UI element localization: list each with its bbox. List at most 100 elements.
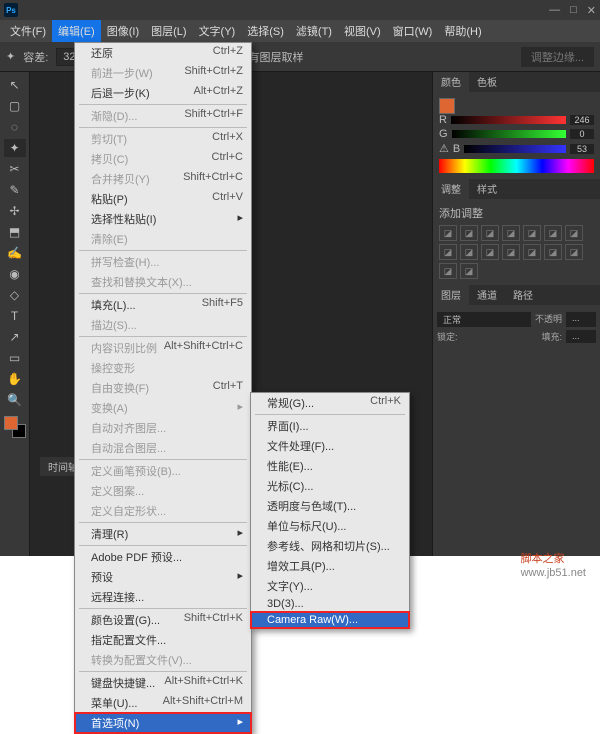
menu-选择[interactable]: 选择(S) xyxy=(241,20,290,42)
opacity-value[interactable]: ... xyxy=(566,312,596,327)
adj-icon-13[interactable]: ◪ xyxy=(565,244,583,260)
r-slider[interactable] xyxy=(451,116,566,124)
menuitem-Camera RawW[interactable]: Camera Raw(W)... xyxy=(251,612,409,628)
tool-12[interactable]: ↗ xyxy=(4,328,26,346)
menuitem-粘贴P[interactable]: 粘贴(P)Ctrl+V xyxy=(75,189,251,209)
adj-icon-0[interactable]: ◪ xyxy=(439,225,457,241)
menu-视图[interactable]: 视图(V) xyxy=(338,20,387,42)
tool-5[interactable]: ✎ xyxy=(4,181,26,199)
tab-layers[interactable]: 图层 xyxy=(433,285,469,305)
adj-icon-3[interactable]: ◪ xyxy=(502,225,520,241)
menuitem-预设[interactable]: 预设▸ xyxy=(75,567,251,587)
tool-3[interactable]: ✦ xyxy=(4,139,26,157)
menuitem-自动对齐图层: 自动对齐图层... xyxy=(75,418,251,438)
menu-编辑[interactable]: 编辑(E) xyxy=(52,20,101,42)
tool-15[interactable]: 🔍 xyxy=(4,391,26,409)
tool-7[interactable]: ⬒ xyxy=(4,223,26,241)
b-value[interactable]: 53 xyxy=(570,144,594,154)
tool-4[interactable]: ✂ xyxy=(4,160,26,178)
tool-0[interactable]: ↖ xyxy=(4,76,26,94)
menuitem-选择性粘贴I[interactable]: 选择性粘贴(I)▸ xyxy=(75,209,251,229)
tool-9[interactable]: ◉ xyxy=(4,265,26,283)
menuitem-颜色设置G[interactable]: 颜色设置(G)...Shift+Ctrl+K xyxy=(75,610,251,630)
tool-2[interactable]: ◌ xyxy=(4,118,26,136)
menuitem-填充L[interactable]: 填充(L)...Shift+F5 xyxy=(75,295,251,315)
close-icon[interactable]: ✕ xyxy=(587,4,596,17)
menuitem-文件处理F[interactable]: 文件处理(F)... xyxy=(251,436,409,456)
adj-icon-5[interactable]: ◪ xyxy=(544,225,562,241)
adj-icon-4[interactable]: ◪ xyxy=(523,225,541,241)
tool-6[interactable]: ✢ xyxy=(4,202,26,220)
menuitem-单位与标尺U[interactable]: 单位与标尺(U)... xyxy=(251,516,409,536)
adj-icon-12[interactable]: ◪ xyxy=(544,244,562,260)
menuitem-拷贝C: 拷贝(C)Ctrl+C xyxy=(75,149,251,169)
spectrum-bar[interactable] xyxy=(439,159,594,173)
menuitem-清理R[interactable]: 清理(R)▸ xyxy=(75,524,251,544)
tolerance-label: 容差: xyxy=(23,49,48,65)
menuitem-首选项N[interactable]: 首选项(N)▸ xyxy=(75,713,251,733)
menuitem-界面I[interactable]: 界面(I)... xyxy=(251,416,409,436)
menuitem-远程连接[interactable]: 远程连接... xyxy=(75,587,251,607)
panels-column: 颜色 色板 R246 G0 ⚠B53 调整 样式 添加调整 ◪◪◪◪◪◪◪◪◪◪… xyxy=(432,72,600,556)
b-slider[interactable] xyxy=(464,145,566,153)
menu-窗口[interactable]: 窗口(W) xyxy=(387,20,439,42)
menuitem-键盘快捷键[interactable]: 键盘快捷键...Alt+Shift+Ctrl+K xyxy=(75,673,251,693)
menuitem-合并拷贝Y: 合并拷贝(Y)Shift+Ctrl+C xyxy=(75,169,251,189)
warn-icon: ⚠ xyxy=(439,142,449,155)
menu-文件[interactable]: 文件(F) xyxy=(4,20,52,42)
fill-value[interactable]: ... xyxy=(566,330,596,343)
tab-swatches[interactable]: 色板 xyxy=(469,72,505,92)
tool-13[interactable]: ▭ xyxy=(4,349,26,367)
menuitem-文字Y[interactable]: 文字(Y)... xyxy=(251,576,409,596)
menuitem-菜单U[interactable]: 菜单(U)...Alt+Shift+Ctrl+M xyxy=(75,693,251,713)
adj-icon-14[interactable]: ◪ xyxy=(439,263,457,279)
add-adjustment-label: 添加调整 xyxy=(439,205,594,221)
tab-paths[interactable]: 路径 xyxy=(505,285,541,305)
tool-10[interactable]: ◇ xyxy=(4,286,26,304)
tab-color[interactable]: 颜色 xyxy=(433,72,469,92)
menuitem-Adobe PDF 预设[interactable]: Adobe PDF 预设... xyxy=(75,547,251,567)
adj-icon-7[interactable]: ◪ xyxy=(439,244,457,260)
g-value[interactable]: 0 xyxy=(570,129,594,139)
menuitem-3D3[interactable]: 3D(3)... xyxy=(251,596,409,612)
tab-channels[interactable]: 通道 xyxy=(469,285,505,305)
tool-8[interactable]: ✍ xyxy=(4,244,26,262)
fg-bg-swatch[interactable] xyxy=(4,416,26,438)
menu-帮助[interactable]: 帮助(H) xyxy=(438,20,487,42)
tool-11[interactable]: T xyxy=(4,307,26,325)
adj-icon-15[interactable]: ◪ xyxy=(460,263,478,279)
menu-图像[interactable]: 图像(I) xyxy=(101,20,145,42)
tool-14[interactable]: ✋ xyxy=(4,370,26,388)
tool-1[interactable]: ▢ xyxy=(4,97,26,115)
menu-图层[interactable]: 图层(L) xyxy=(145,20,192,42)
menu-滤镜[interactable]: 滤镜(T) xyxy=(290,20,338,42)
minimize-icon[interactable]: — xyxy=(549,4,560,17)
blend-mode-select[interactable]: 正常 xyxy=(437,312,531,327)
adj-icon-2[interactable]: ◪ xyxy=(481,225,499,241)
menuitem-还原[interactable]: 还原Ctrl+Z xyxy=(75,43,251,63)
refine-edge-button[interactable]: 调整边缘... xyxy=(521,47,594,67)
tab-adjustments[interactable]: 调整 xyxy=(433,179,469,199)
menuitem-增效工具P[interactable]: 增效工具(P)... xyxy=(251,556,409,576)
menuitem-指定配置文件[interactable]: 指定配置文件... xyxy=(75,630,251,650)
maximize-icon[interactable]: □ xyxy=(570,4,577,17)
adj-icon-1[interactable]: ◪ xyxy=(460,225,478,241)
adj-icon-9[interactable]: ◪ xyxy=(481,244,499,260)
menuitem-自由变换F: 自由变换(F)Ctrl+T xyxy=(75,378,251,398)
menuitem-光标C[interactable]: 光标(C)... xyxy=(251,476,409,496)
fg-swatch[interactable] xyxy=(439,98,455,114)
menuitem-后退一步K[interactable]: 后退一步(K)Alt+Ctrl+Z xyxy=(75,83,251,103)
r-value[interactable]: 246 xyxy=(570,115,594,125)
adj-icon-8[interactable]: ◪ xyxy=(460,244,478,260)
menuitem-参考线、网格和切片S[interactable]: 参考线、网格和切片(S)... xyxy=(251,536,409,556)
adj-icon-10[interactable]: ◪ xyxy=(502,244,520,260)
menuitem-性能E[interactable]: 性能(E)... xyxy=(251,456,409,476)
adj-icon-11[interactable]: ◪ xyxy=(523,244,541,260)
adj-icon-6[interactable]: ◪ xyxy=(565,225,583,241)
menu-文字[interactable]: 文字(Y) xyxy=(193,20,242,42)
menuitem-常规G[interactable]: 常规(G)...Ctrl+K xyxy=(251,393,409,413)
g-slider[interactable] xyxy=(452,130,566,138)
menuitem-透明度与色域T[interactable]: 透明度与色域(T)... xyxy=(251,496,409,516)
b-label: B xyxy=(453,143,460,155)
tab-styles[interactable]: 样式 xyxy=(469,179,505,199)
